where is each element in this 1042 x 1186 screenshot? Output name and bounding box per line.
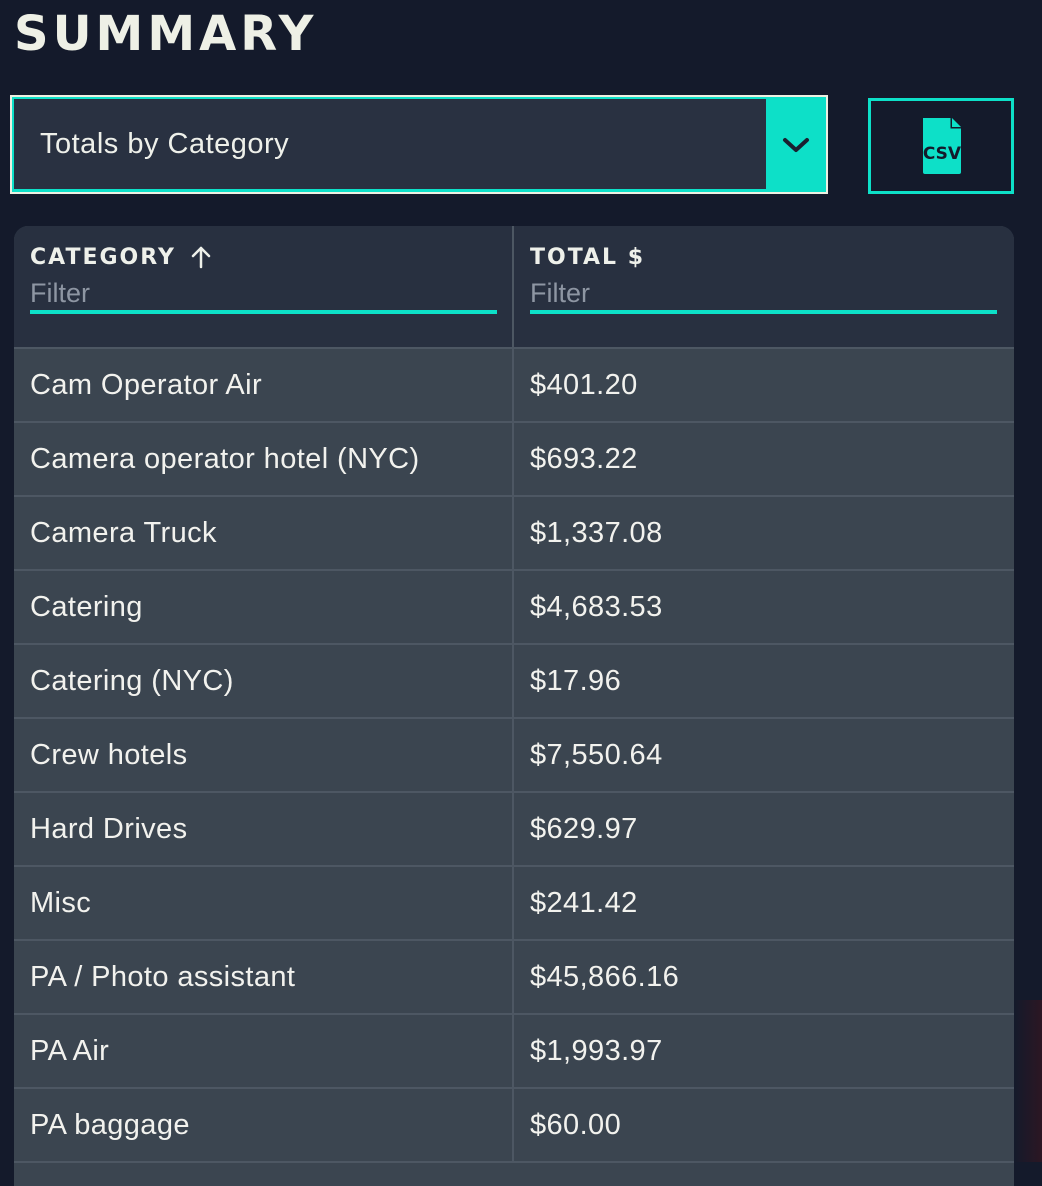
column-label-total[interactable]: TOTAL $ xyxy=(530,245,645,270)
csv-icon-text: CSV xyxy=(923,144,962,164)
table-row[interactable]: Camera Truck $1,337.08 xyxy=(14,497,1014,571)
table-row[interactable]: Crew hotels $7,550.64 xyxy=(14,719,1014,793)
total-cell: $241.42 xyxy=(530,886,638,919)
export-csv-button[interactable]: CSV xyxy=(868,98,1014,194)
category-cell: Catering xyxy=(14,571,514,643)
total-cell: $45,866.16 xyxy=(530,960,680,993)
table-row[interactable]: Misc $241.42 xyxy=(14,867,1014,941)
summary-table: CATEGORY TOTAL $ Cam Operator Air $401.2… xyxy=(14,226,1014,1186)
total-cell: $60.00 xyxy=(530,1108,622,1141)
view-select-field[interactable]: Totals by Category xyxy=(14,99,766,189)
category-cell: Cam Operator Air xyxy=(14,349,514,421)
edge-shadow xyxy=(1014,1000,1042,1162)
category-cell: PA / Photo assistant xyxy=(14,941,514,1013)
arrow-up-icon[interactable] xyxy=(190,245,212,269)
table-row[interactable]: PA Air $1,993.97 xyxy=(14,1015,1014,1089)
total-cell: $1,993.97 xyxy=(530,1034,663,1067)
total-cell: $693.22 xyxy=(530,442,638,475)
view-select-value: Totals by Category xyxy=(40,127,290,160)
view-select[interactable]: Totals by Category xyxy=(10,95,828,194)
category-cell: Catering (NYC) xyxy=(14,645,514,717)
category-cell: Crew hotels xyxy=(14,719,514,791)
category-filter-input[interactable] xyxy=(30,276,497,314)
table-header: CATEGORY TOTAL $ xyxy=(14,226,1014,349)
table-row[interactable]: Hard Drives $629.97 xyxy=(14,793,1014,867)
total-cell: $4,683.53 xyxy=(530,590,663,623)
column-header-category[interactable]: CATEGORY xyxy=(14,226,514,347)
table-row[interactable]: Cam Operator Air $401.20 xyxy=(14,349,1014,423)
table-row[interactable]: Catering $4,683.53 xyxy=(14,571,1014,645)
category-cell: PA Air xyxy=(14,1015,514,1087)
category-cell: Hard Drives xyxy=(14,793,514,865)
page-title: SUMMARY xyxy=(14,6,318,62)
category-cell: Misc xyxy=(14,867,514,939)
table-row[interactable]: PA baggage $60.00 xyxy=(14,1089,1014,1163)
total-cell: $629.97 xyxy=(530,812,638,845)
category-cell: Camera operator hotel (NYC) xyxy=(14,423,514,495)
total-cell: $1,337.08 xyxy=(530,516,663,549)
total-filter-input[interactable] xyxy=(530,276,997,314)
table-row[interactable]: PA / Photo assistant $45,866.16 xyxy=(14,941,1014,1015)
column-header-total[interactable]: TOTAL $ xyxy=(514,226,1014,347)
total-cell: $7,550.64 xyxy=(530,738,663,771)
csv-file-icon: CSV xyxy=(923,118,962,174)
chevron-down-icon[interactable] xyxy=(766,97,826,192)
column-label-category[interactable]: CATEGORY xyxy=(30,245,176,270)
category-cell: Camera Truck xyxy=(14,497,514,569)
table-row[interactable]: Catering (NYC) $17.96 xyxy=(14,645,1014,719)
category-cell: PA baggage xyxy=(14,1089,514,1161)
table-row[interactable]: Camera operator hotel (NYC) $693.22 xyxy=(14,423,1014,497)
total-cell: $17.96 xyxy=(530,664,622,697)
total-cell: $401.20 xyxy=(530,368,638,401)
